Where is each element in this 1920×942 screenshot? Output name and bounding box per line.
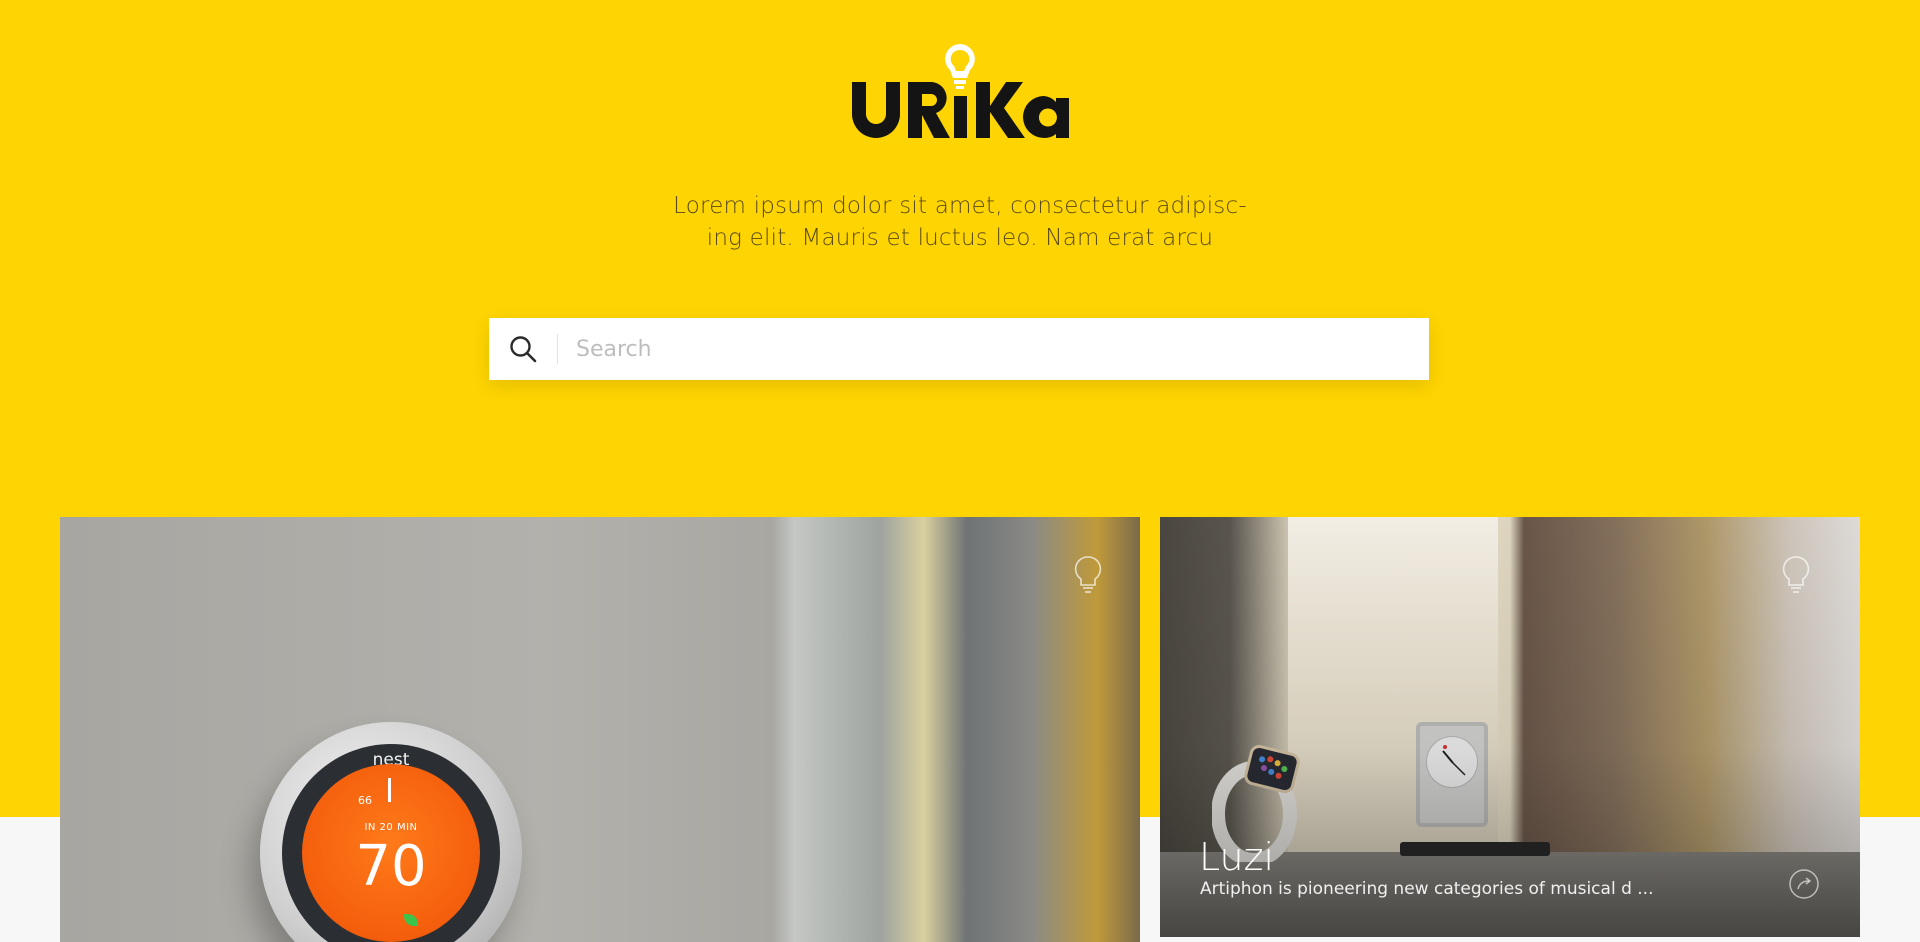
product-card-luzi[interactable]: Luzi Artiphon is pioneering new categori…: [1160, 517, 1860, 937]
thermostat-image: nest 66 IN 20 MIN 70: [260, 722, 522, 942]
search-icon: [510, 336, 537, 363]
share-icon[interactable]: [1788, 868, 1820, 900]
thermostat-tick: [388, 778, 391, 802]
search-input[interactable]: [558, 318, 1429, 380]
logo-bulb-icon: [945, 44, 975, 89]
thermostat-target: 66: [358, 794, 372, 807]
search-bar: [489, 318, 1429, 380]
card-title[interactable]: Luzi: [1199, 835, 1274, 879]
urika-logo[interactable]: [848, 40, 1072, 144]
bulb-icon[interactable]: [1073, 555, 1103, 595]
search-icon-button[interactable]: [489, 318, 557, 380]
tagline-line-1: Lorem ipsum dolor sit amet, consectetur …: [673, 193, 1247, 219]
card-description: Artiphon is pioneering new categories of…: [1200, 879, 1654, 899]
tagline-line-2: ing elit. Mauris et luctus leo. Nam erat…: [706, 225, 1214, 251]
tagline: Lorem ipsum dolor sit amet, consectetur …: [560, 190, 1360, 254]
thermostat-subtext: IN 20 MIN: [364, 822, 418, 833]
logo-wordmark: [852, 82, 1069, 139]
bulb-icon[interactable]: [1781, 555, 1811, 595]
thermostat-temperature: 70: [355, 834, 427, 899]
product-card-thermostat[interactable]: nest 66 IN 20 MIN 70: [60, 517, 1140, 942]
